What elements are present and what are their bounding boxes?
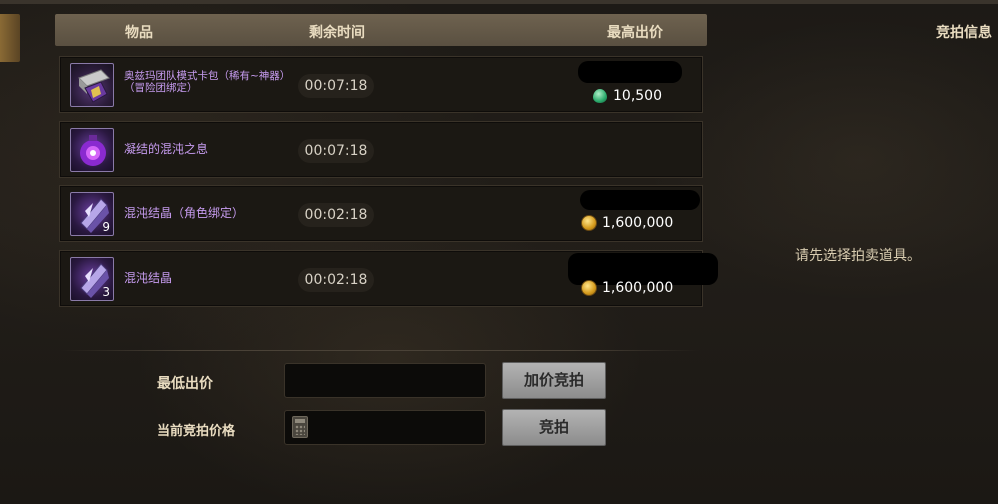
coin-icon [581,280,597,296]
stack-count: 9 [102,220,110,234]
gem-icon [593,89,607,103]
item-name-line1: 奥兹玛团队模式卡包（稀有~神器） [124,70,291,82]
column-header-time-left[interactable]: 剩余时间 [309,22,365,42]
highest-bid: 10,500 [593,88,662,104]
auction-row[interactable]: 奥兹玛团队模式卡包（稀有~神器） （冒险团绑定） 00:07:18 10,500 [59,56,703,113]
auction-row[interactable]: 9 混沌结晶（角色绑定） 00:02:18 1,600,000 [59,185,703,242]
time-left: 00:02:18 [298,203,374,227]
auction-list-header: 物品 剩余时间 最高出价 [55,14,707,46]
chaos-breath-icon [70,128,114,172]
raise-bid-button[interactable]: 加价竞拍 [502,362,606,399]
bid-amount: 10,500 [613,88,662,104]
divider [60,350,700,351]
time-left: 00:02:18 [298,268,374,292]
current-bid-input[interactable] [284,410,486,445]
bid-amount: 1,600,000 [602,215,674,231]
empty-selection-message: 请先选择拍卖道具。 [795,248,921,264]
top-border [0,0,998,4]
coin-icon [581,215,597,231]
auction-row[interactable]: 凝结的混沌之息 00:07:18 [59,121,703,178]
item-name: 奥兹玛团队模式卡包（稀有~神器） （冒险团绑定） [124,70,290,94]
time-left: 00:07:18 [298,139,374,163]
time-left: 00:07:18 [298,74,374,98]
bid-amount: 1,600,000 [602,280,674,296]
side-tab-marker [0,14,20,62]
chaos-crystal-icon: 3 [70,257,114,301]
min-bid-input[interactable] [284,363,486,398]
auction-row[interactable]: 3 混沌结晶 00:02:18 1,600,000 [59,250,718,307]
highest-bid: 1,600,000 [581,215,673,231]
min-bid-label: 最低出价 [157,376,213,392]
redacted-bidder [580,190,700,210]
item-name: 混沌结晶（角色绑定） [124,206,245,220]
item-name: 凝结的混沌之息 [124,142,209,156]
auction-info-title: 竞拍信息 [936,25,992,41]
redacted-bidder [578,61,682,83]
column-header-highest-bid[interactable]: 最高出价 [607,22,663,42]
current-bid-label: 当前竞拍价格 [157,424,236,439]
chaos-crystal-icon: 9 [70,192,114,236]
item-name: 混沌结晶 [124,271,173,285]
card-pack-icon [70,63,114,107]
column-header-item[interactable]: 物品 [125,22,153,42]
highest-bid: 1,600,000 [581,280,673,296]
stack-count: 3 [102,285,110,299]
item-name-line2: （冒险团绑定） [124,82,198,94]
bid-button[interactable]: 竞拍 [502,409,606,446]
calculator-icon[interactable] [292,416,308,438]
